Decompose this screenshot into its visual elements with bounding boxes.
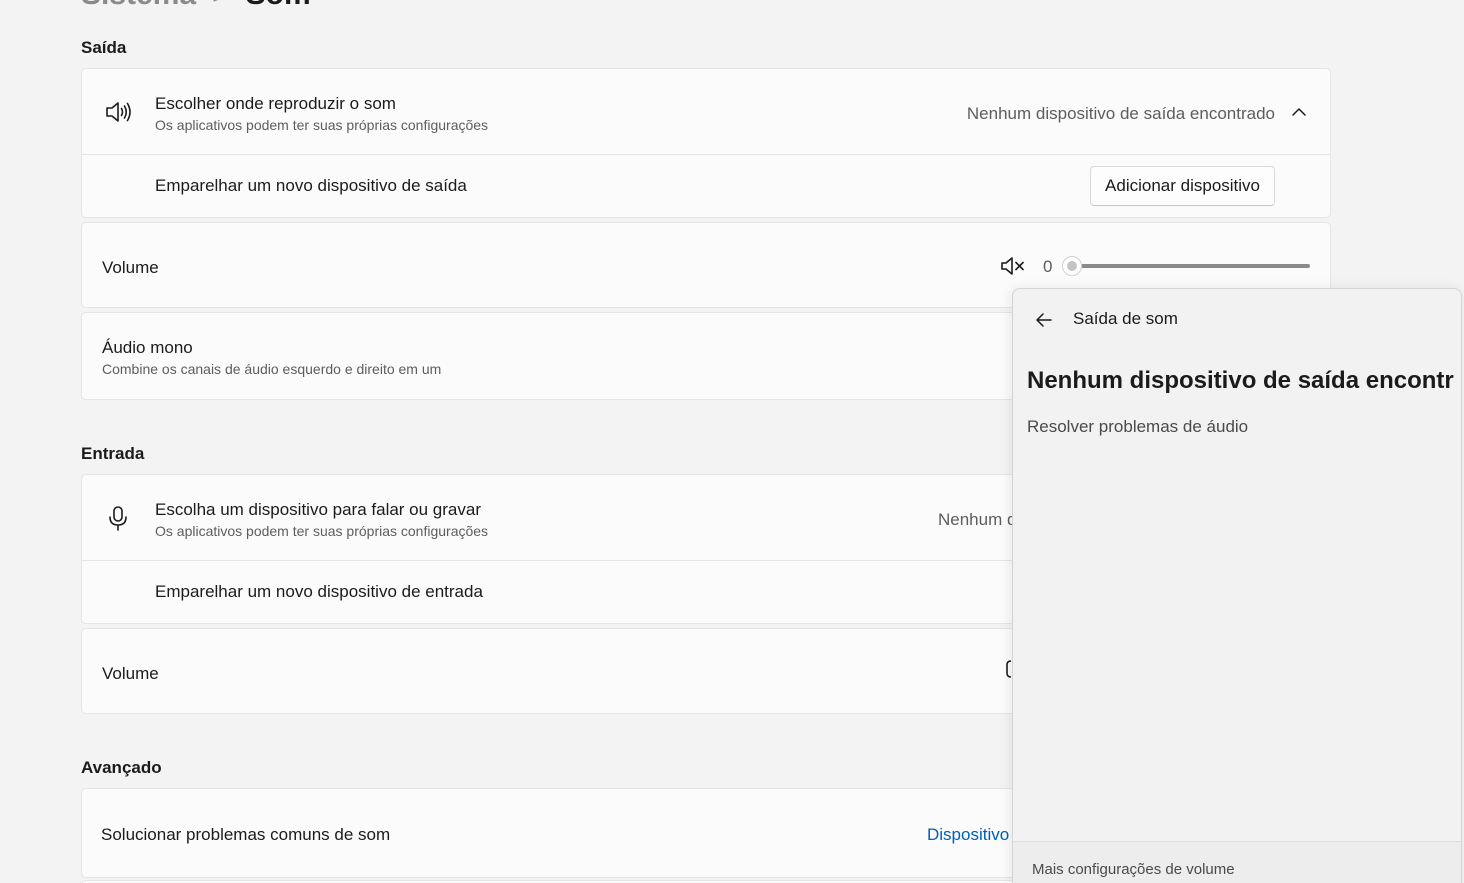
output-device-value: Nenhum dispositivo de saída encontrado xyxy=(966,104,1275,123)
mono-audio-subtitle: Combine os canais de áudio esquerdo e di… xyxy=(102,361,442,377)
choose-output-title: Escolher onde reproduzir o som xyxy=(155,94,396,113)
chevron-up-icon[interactable] xyxy=(1290,103,1308,121)
flyout-header: Saída de som xyxy=(1073,309,1178,328)
output-volume-slider-thumb[interactable] xyxy=(1062,256,1082,276)
troubleshoot-link[interactable]: Dispositivo xyxy=(927,825,1009,845)
microphone-icon xyxy=(104,504,132,532)
input-volume-title: Volume xyxy=(102,664,159,683)
output-volume-value: 0 xyxy=(1043,257,1053,276)
sound-output-flyout: Saída de som Nenhum dispositivo de saída… xyxy=(1012,288,1462,883)
choose-input-subtitle: Os aplicativos podem ter suas próprias c… xyxy=(155,523,489,539)
section-output-title: Saída xyxy=(81,38,127,57)
resolve-audio-problems-link[interactable]: Resolver problemas de áudio xyxy=(1027,417,1248,437)
pair-output-row: Emparelhar um novo dispositivo de saída … xyxy=(82,154,1330,217)
output-volume-title: Volume xyxy=(102,258,159,277)
output-device-card: Escolher onde reproduzir o som Os aplica… xyxy=(81,68,1331,218)
speaker-muted-icon[interactable] xyxy=(1000,255,1028,277)
flyout-heading: Nenhum dispositivo de saída encontr xyxy=(1027,367,1454,394)
choose-input-title: Escolha um dispositivo para falar ou gra… xyxy=(155,500,481,519)
troubleshoot-title: Solucionar problemas comuns de som xyxy=(101,825,391,844)
mono-audio-title: Áudio mono xyxy=(102,338,193,357)
more-volume-settings-link[interactable]: Mais configurações de volume xyxy=(1032,861,1235,878)
add-device-button[interactable]: Adicionar dispositivo xyxy=(1090,166,1275,206)
output-volume-slider[interactable] xyxy=(1072,264,1310,268)
input-device-value: Nenhum d xyxy=(938,510,1017,529)
page-title: Sistema > Som xyxy=(81,0,311,12)
speaker-icon xyxy=(104,98,132,126)
breadcrumb-current: Som xyxy=(246,0,311,11)
flyout-footer: Mais configurações de volume xyxy=(1013,841,1461,883)
choose-output-subtitle: Os aplicativos podem ter suas próprias c… xyxy=(155,117,489,133)
breadcrumb-parent[interactable]: Sistema xyxy=(81,0,196,11)
pair-input-title: Emparelhar um novo dispositivo de entrad… xyxy=(155,582,483,601)
section-advanced-title: Avançado xyxy=(81,758,162,777)
choose-output-row[interactable]: Escolher onde reproduzir o som Os aplica… xyxy=(82,69,1330,154)
section-input-title: Entrada xyxy=(81,444,145,463)
breadcrumb-separator: > xyxy=(212,0,230,11)
pair-output-title: Emparelhar um novo dispositivo de saída xyxy=(155,176,467,195)
back-arrow-icon[interactable] xyxy=(1033,309,1055,331)
